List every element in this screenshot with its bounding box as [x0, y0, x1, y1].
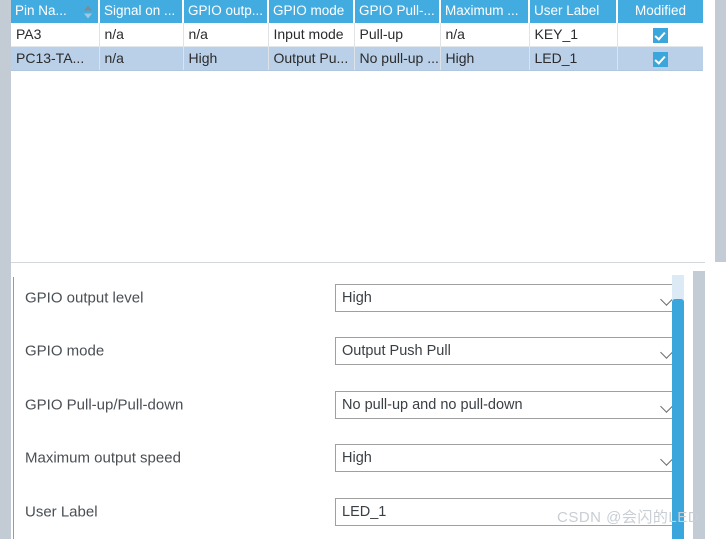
- left-window-gutter: [0, 0, 11, 539]
- table-cell[interactable]: Pull-up: [354, 23, 441, 47]
- table-cell[interactable]: n/a: [99, 46, 184, 71]
- form-right-gutter: [684, 271, 705, 539]
- column-header-label: Modified: [634, 3, 687, 18]
- dropdown-field[interactable]: High: [335, 283, 682, 312]
- gpio-settings-form: GPIO output level High GPIO mode Output Pus…: [11, 271, 685, 539]
- table-cell[interactable]: High: [440, 46, 530, 71]
- panel-divider[interactable]: [11, 262, 705, 271]
- form-row: GPIO mode Output Push Pull: [11, 325, 685, 379]
- form-row: Maximum output speed High: [11, 432, 685, 486]
- column-header-1[interactable]: Signal on ...: [99, 0, 184, 23]
- text-input-field[interactable]: LED_1: [335, 497, 682, 526]
- column-header-label: Maximum ...: [445, 3, 519, 18]
- pin-table: Pin Na... Signal on ... GPIO outp... GPIO m…: [11, 0, 703, 71]
- column-header-label: GPIO Pull-...: [359, 3, 435, 18]
- column-header-7[interactable]: Modified: [617, 0, 703, 23]
- field-value: No pull-up and no pull-down: [342, 396, 523, 413]
- table-cell[interactable]: PA3: [11, 23, 100, 47]
- pin-table-body: PA3 n/a n/a Input mode Pull-up n/a KEY_1 PC13-T…: [11, 23, 703, 71]
- form-scrollbar-thumb[interactable]: [672, 299, 684, 539]
- column-header-label: User Label: [534, 3, 600, 18]
- pin-table-header: Pin Na... Signal on ... GPIO outp... GPIO m…: [11, 0, 703, 23]
- table-row[interactable]: PA3 n/a n/a Input mode Pull-up n/a KEY_1: [11, 23, 703, 47]
- pin-configuration-view: Pin Na... Signal on ... GPIO outp... GPIO m…: [0, 0, 726, 539]
- dropdown-field[interactable]: Output Push Pull: [335, 337, 682, 366]
- gpio-settings-form-panel: GPIO output level High GPIO mode Output Pus…: [11, 271, 705, 539]
- form-row: GPIO Pull-up/Pull-down No pull-up and no …: [11, 378, 685, 432]
- field-value: High: [342, 450, 372, 467]
- form-field-label: User Label: [25, 503, 98, 521]
- column-header-label: GPIO outp...: [188, 3, 264, 18]
- modified-cell[interactable]: [617, 23, 703, 47]
- table-cell[interactable]: PC13-TA...: [11, 46, 100, 71]
- table-cell[interactable]: No pull-up ...: [354, 46, 441, 71]
- table-row[interactable]: PC13-TA... n/a High Output Pu... No pull-up …: [11, 46, 703, 71]
- checkbox-checked-icon[interactable]: [652, 27, 668, 43]
- column-header-3[interactable]: GPIO mode: [268, 0, 355, 23]
- field-value: Output Push Pull: [342, 343, 451, 360]
- field-value: LED_1: [342, 503, 387, 520]
- column-header-4[interactable]: GPIO Pull-...: [354, 0, 441, 23]
- table-cell[interactable]: n/a: [99, 23, 184, 47]
- table-cell[interactable]: LED_1: [529, 46, 618, 71]
- table-vertical-scrollbar[interactable]: [705, 0, 726, 262]
- table-cell[interactable]: n/a: [183, 23, 269, 47]
- table-cell[interactable]: Output Pu...: [268, 46, 355, 71]
- table-cell[interactable]: High: [183, 46, 269, 71]
- pin-table-panel: Pin Na... Signal on ... GPIO outp... GPIO m…: [11, 0, 705, 262]
- form-field-label: Maximum output speed: [25, 449, 181, 467]
- form-field-label: GPIO output level: [25, 289, 144, 307]
- checkbox-checked-icon[interactable]: [652, 51, 668, 67]
- form-field-label: GPIO Pull-up/Pull-down: [25, 396, 184, 414]
- column-header-label: Signal on ...: [104, 3, 176, 18]
- table-cell[interactable]: n/a: [440, 23, 530, 47]
- table-cell[interactable]: KEY_1: [529, 23, 618, 47]
- column-header-6[interactable]: User Label: [529, 0, 618, 23]
- column-header-2[interactable]: GPIO outp...: [183, 0, 269, 23]
- field-value: High: [342, 289, 372, 306]
- form-row: GPIO output level High: [11, 271, 685, 325]
- column-header-label: GPIO mode: [273, 3, 345, 18]
- sort-arrows-icon[interactable]: [84, 5, 93, 18]
- table-cell[interactable]: Input mode: [268, 23, 355, 47]
- modified-cell[interactable]: [617, 46, 703, 71]
- form-row: User Label LED_1: [11, 485, 685, 539]
- dropdown-field[interactable]: High: [335, 444, 682, 473]
- column-header-label: Pin Na...: [15, 3, 67, 18]
- column-header-0[interactable]: Pin Na...: [11, 0, 100, 23]
- pin-table-header-row: Pin Na... Signal on ... GPIO outp... GPIO m…: [11, 0, 703, 23]
- column-header-5[interactable]: Maximum ...: [440, 0, 530, 23]
- form-vertical-scrollbar[interactable]: [672, 275, 684, 539]
- form-field-label: GPIO mode: [25, 342, 105, 360]
- dropdown-field[interactable]: No pull-up and no pull-down: [335, 390, 682, 419]
